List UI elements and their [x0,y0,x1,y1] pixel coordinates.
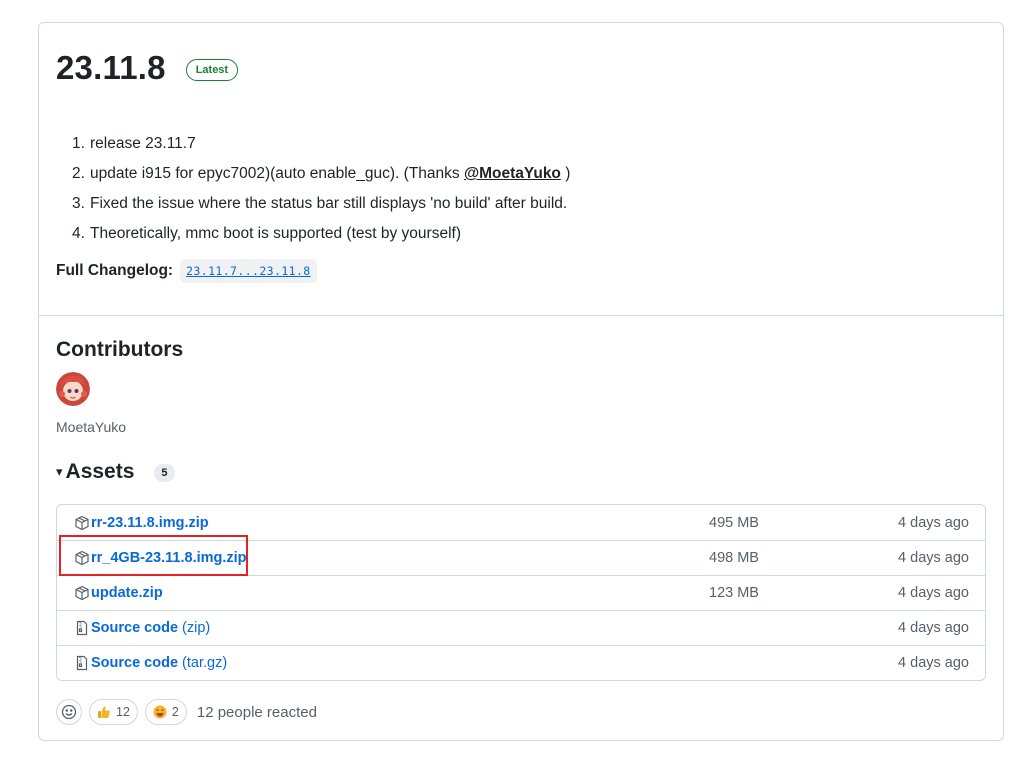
assets-count-badge: 5 [154,464,175,482]
asset-date: 4 days ago [898,550,969,566]
file-zip-icon [74,655,90,671]
asset-size: 498 MB [709,550,759,566]
note-text: release 23.11.7 [90,135,196,152]
laugh-icon [153,705,167,719]
release-notes-list: 1. release 23.11.7 2. update i915 for epyc… [72,129,570,249]
user-mention-link[interactable]: @MoetaYuko [464,165,561,182]
assets-list: rr-23.11.8.img.zip 495 MB 4 days ago rr_… [56,504,986,681]
note-text-end: ) [560,165,571,182]
assets-heading: Assets [65,460,135,483]
release-card: 23.11.8 Latest 1. release 23.11.7 2. updat… [38,22,1004,741]
release-header: 23.11.8 Latest [56,49,239,87]
note-number: 2. [72,165,85,182]
note-text: update i915 for epyc7002)(auto enable_gu… [90,165,464,182]
asset-date: 4 days ago [898,585,969,601]
asset-name: Source code [91,620,179,636]
asset-row: Source code (zip) 4 days ago [57,610,985,645]
laugh-count: 2 [171,705,179,719]
release-note-item: 3. Fixed the issue where the status bar s… [72,189,570,219]
asset-format: (tar.gz) [182,655,228,671]
asset-row: Source code (tar.gz) 4 days ago [57,645,985,680]
asset-name: Source code [91,655,179,671]
highlight-annotation [59,535,248,576]
contributor-avatar[interactable] [56,372,90,406]
release-note-item: 2. update i915 for epyc7002)(auto enable_… [72,159,570,189]
note-number: 4. [72,225,85,242]
asset-size: 495 MB [709,514,759,531]
asset-link[interactable]: Source code (tar.gz) [74,655,227,671]
asset-link[interactable]: Source code (zip) [74,620,210,636]
note-number: 3. [72,195,85,212]
release-note-item: 1. release 23.11.7 [72,129,570,159]
asset-name: rr-23.11.8.img.zip [91,514,209,531]
reactions-bar: 12 2 12 people reacted [56,699,317,725]
smiley-icon [61,704,77,720]
asset-date: 4 days ago [898,620,969,636]
section-divider [39,315,1003,316]
thumbs-up-count: 12 [116,705,130,719]
full-changelog: Full Changelog: 23.11.7...23.11.8 [56,259,317,283]
contributor-name[interactable]: MoetaYuko [56,419,126,435]
asset-link[interactable]: update.zip [74,585,163,601]
changelog-label: Full Changelog: [56,262,174,279]
asset-link[interactable]: rr-23.11.8.img.zip [74,515,209,531]
asset-size: 123 MB [709,585,759,601]
asset-format: (zip) [182,620,211,636]
changelog-compare-link[interactable]: 23.11.7...23.11.8 [180,259,317,283]
asset-row: update.zip 123 MB 4 days ago [57,575,985,610]
note-text: Theoretically, mmc boot is supported (te… [90,225,461,242]
file-zip-icon [74,620,90,636]
note-text: Fixed the issue where the status bar sti… [90,195,568,212]
reactions-summary[interactable]: 12 people reacted [197,704,317,721]
note-number: 1. [72,135,85,152]
asset-name: update.zip [91,585,163,601]
assets-toggle[interactable]: ▾ Assets 5 [56,460,175,484]
latest-badge: Latest [185,59,239,81]
reaction-thumbs-up[interactable]: 12 [89,699,138,725]
caret-down-icon: ▾ [56,464,63,479]
asset-date: 4 days ago [898,655,969,671]
reaction-laugh[interactable]: 2 [144,699,187,725]
release-note-item: 4. Theoretically, mmc boot is supported (… [72,219,570,249]
asset-date: 4 days ago [898,514,969,531]
release-version-title[interactable]: 23.11.8 [56,49,166,87]
add-reaction-button[interactable] [56,699,82,725]
package-icon [74,585,90,601]
thumbs-up-icon [97,705,111,719]
package-icon [74,515,90,531]
contributors-heading: Contributors [56,338,184,361]
